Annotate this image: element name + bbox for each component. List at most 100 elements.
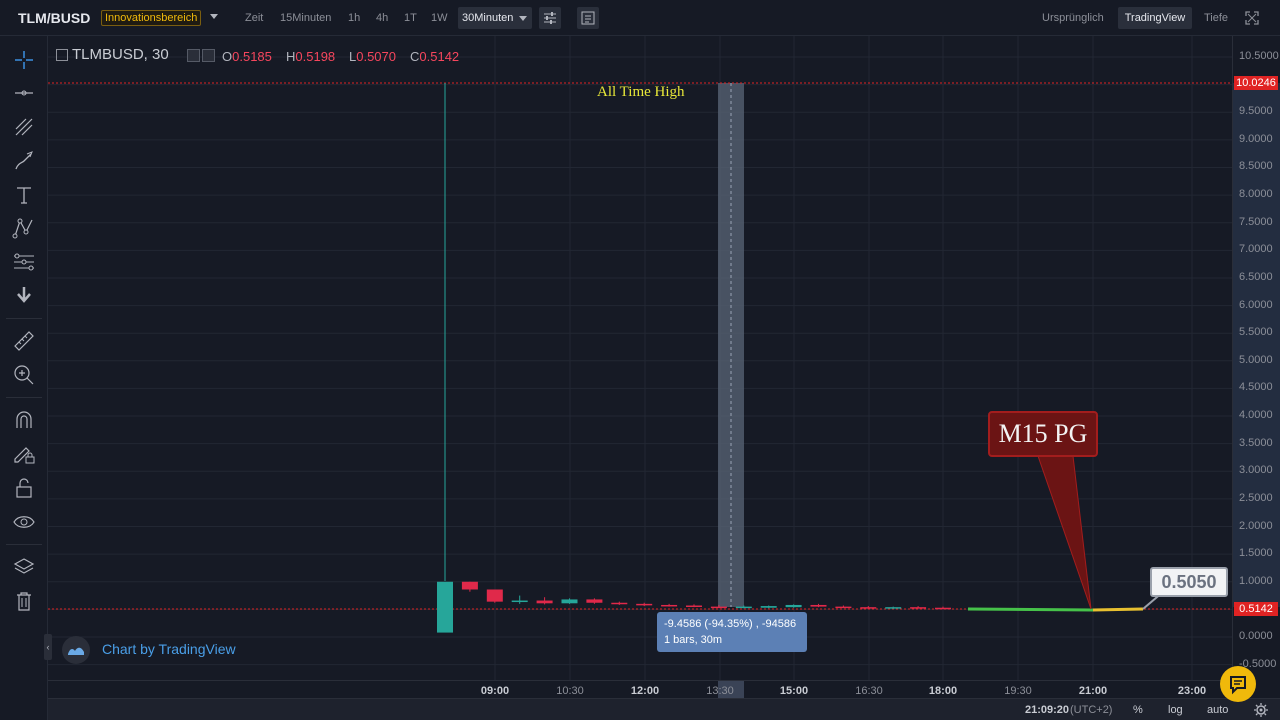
crosshair-icon[interactable] [12,48,36,72]
interval-dropdown-label: 30Minuten [462,12,514,24]
candle-body [486,589,503,602]
view-depth[interactable]: Tiefe [1204,0,1228,36]
fib-tool-icon[interactable] [12,250,36,274]
brush-icon[interactable] [12,149,36,173]
price-label: 7.5000 [1239,215,1273,228]
price-label: 8.0000 [1239,188,1273,201]
last-price-tag: 0.5142 [1234,602,1278,616]
toolbar-footer [0,626,48,720]
price-label: 5.5000 [1239,326,1273,339]
zone-badge: Innovationsbereich [101,10,202,26]
ohlc-close: C0.5142 [410,49,460,64]
arrow-down-icon[interactable] [12,283,36,307]
view-tradingview[interactable]: TradingView [1118,7,1192,29]
watermark-text: Chart by TradingView [102,641,236,657]
collapse-legend-icon[interactable] [56,49,68,61]
chart-canvas[interactable] [48,36,1232,680]
chat-button[interactable] [1220,666,1256,702]
price-label: 1.5000 [1239,547,1273,560]
interval-1w[interactable]: 1W [431,0,448,36]
candle-body [935,607,951,610]
toolbar-divider [6,318,42,319]
tradingview-logo-icon [62,636,90,664]
chart-pane[interactable] [48,36,1232,680]
legend-close-icon[interactable] [202,49,215,62]
text-tool-icon[interactable] [12,183,36,207]
price-label: 3.5000 [1239,436,1273,449]
interval-4h[interactable]: 4h [376,0,388,36]
time-label: 18:00 [928,685,958,697]
time-label: 19:30 [1004,685,1032,697]
ruler-icon[interactable] [12,329,36,353]
legend-title: TLMBUSD, 30 [72,46,169,63]
price-axis[interactable]: 10.5000 9.5000 9.0000 8.5000 8.0000 7.5000 7.0… [1232,36,1280,680]
price-callout[interactable]: 0.5050 [1150,567,1228,597]
ath-price-tag: 10.0246 [1234,76,1278,90]
price-label: 10.5000 [1239,50,1279,62]
unlock-icon[interactable] [12,476,36,500]
price-trail-yellow [1092,607,1144,612]
collapse-toolbar-button[interactable]: ‹ [44,634,52,660]
time-label: 10:30 [556,685,584,697]
interval-1h[interactable]: 1h [348,0,360,36]
trend-line-tool-icon[interactable] [12,115,36,139]
ohlc-low: L0.5070 [349,49,396,64]
chevron-down-icon[interactable] [210,14,218,19]
time-label: 12:00 [630,685,660,697]
fullscreen-button[interactable] [1245,11,1259,25]
symbol-title[interactable]: TLM/BUSD [18,0,90,36]
percent-toggle[interactable]: % [1133,699,1143,720]
trash-icon[interactable] [12,589,36,613]
chart-settings-button[interactable] [539,7,561,29]
all-time-high-label[interactable]: All Time High [597,84,685,101]
candle-body [561,599,578,604]
gear-icon[interactable] [1254,703,1268,717]
interval-dropdown[interactable]: 30Minuten [458,7,532,29]
pattern-tool-icon[interactable] [12,216,36,240]
log-toggle[interactable]: log [1168,699,1183,720]
candle-body [437,581,453,633]
time-label: 16:30 [855,685,883,697]
candle-body [686,605,702,608]
measure-tooltip: -9.4586 (-94.35%) , -94586 1 bars, 30m [657,612,807,652]
layers-icon[interactable] [12,555,36,579]
toolbar-divider [6,397,42,398]
note-callout[interactable]: M15 PG [988,411,1098,457]
zoom-in-icon[interactable] [12,363,36,387]
candle-body [760,606,777,608]
candle-body [710,606,727,609]
price-label: 4.0000 [1239,409,1273,422]
magnet-icon[interactable] [12,408,36,432]
view-original[interactable]: Ursprünglich [1042,0,1104,36]
time-label: 15:00 [779,685,809,697]
horizontal-line-icon[interactable] [12,81,36,105]
timezone[interactable]: (UTC+2) [1070,699,1112,720]
price-label: 8.5000 [1239,160,1273,173]
legend-settings-icon[interactable] [187,49,200,62]
ohlc-high: H0.5198 [286,49,336,64]
time-label: 09:00 [480,685,510,697]
eye-icon[interactable] [12,510,36,534]
interval-time[interactable]: Zeit [245,0,263,36]
clock: 21:09:20 [1025,704,1070,716]
interval-1d[interactable]: 1T [404,0,417,36]
price-label: 4.5000 [1239,381,1273,394]
settings-sliders-icon [544,12,556,24]
indicators-icon [581,11,595,25]
candle-body [785,604,802,608]
candle-body [810,604,827,607]
price-trail-green [967,607,1094,612]
auto-toggle[interactable]: auto [1207,699,1228,720]
price-label: 5.0000 [1239,353,1273,366]
price-label: 2.0000 [1239,519,1273,532]
indicators-button[interactable] [577,7,599,29]
candle-body [661,604,678,607]
lock-drawing-icon[interactable] [12,442,36,466]
candle-body [860,607,877,609]
fullscreen-icon [1245,11,1259,25]
drawing-toolbar [0,36,48,626]
price-label: 7.0000 [1239,243,1273,256]
interval-15m[interactable]: 15Minuten [280,0,331,36]
price-label: 9.5000 [1239,105,1273,118]
time-axis[interactable]: 09:00 10:30 12:00 13:30 15:00 16:30 18:00 19:30… [48,680,1232,699]
